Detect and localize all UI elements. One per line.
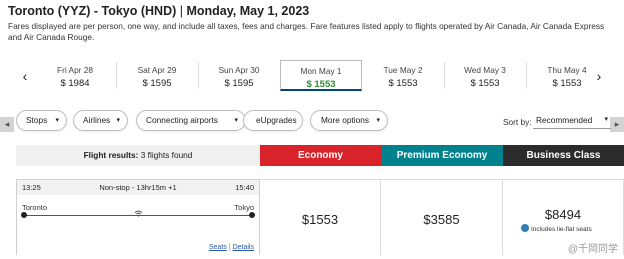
date-option[interactable]: Tue May 2 $ 1553 (362, 60, 444, 91)
date-option-label: Sun Apr 30 (218, 65, 260, 75)
fare-disclaimer: Fares displayed are per person, one way,… (8, 21, 605, 42)
results-label: Flight results: (83, 150, 139, 160)
lie-flat-note: Includes lie-flat seats (521, 224, 592, 233)
page-title: Toronto (YYZ) - Tokyo (HND) | Monday, Ma… (8, 4, 309, 18)
chevron-down-icon: ▾ (55, 117, 59, 124)
flight-card: 13:25 Non-stop - 13hr15m +1 15:40 Toront… (16, 179, 260, 255)
details-link[interactable]: Details (233, 244, 254, 251)
watermark: @千岡同学 (567, 244, 618, 255)
title-separator: | (179, 4, 183, 18)
stops-filter-label: Stops (26, 115, 48, 125)
date-option[interactable]: Sat Apr 29 $ 1595 (116, 60, 198, 91)
business-price: $8494 (544, 207, 582, 222)
cabin-header-business[interactable]: Business Class (503, 145, 624, 166)
results-count: 3 flights found (140, 150, 193, 160)
arrival-time: 15:40 (235, 183, 254, 192)
origin-dot (21, 212, 27, 218)
date-option[interactable]: Fri Apr 28 $ 1984 (34, 60, 116, 91)
eupgrades-label: eUpgrades (256, 115, 297, 125)
date-option-label: Wed May 3 (464, 65, 506, 75)
links-separator: | (228, 244, 231, 251)
date-option[interactable]: Sun Apr 30 $ 1595 (198, 60, 280, 91)
travel-date: Monday, May 1, 2023 (186, 4, 310, 18)
chevron-down-icon: ▾ (116, 117, 120, 124)
cabin-header-economy[interactable]: Economy (260, 145, 381, 166)
origin-city: Toronto (22, 203, 48, 212)
date-option-label: Sat Apr 29 (137, 65, 177, 75)
date-option-price: $ 1553 (388, 78, 418, 89)
chevron-down-icon: ▾ (376, 117, 380, 124)
route-title: Toronto (YYZ) - Tokyo (HND) (8, 4, 177, 18)
premium-price-cell[interactable]: $3585 (381, 179, 503, 255)
results-header: Flight results: 3 flights found (16, 145, 260, 166)
seats-link[interactable]: Seats (209, 244, 227, 251)
flight-summary-bar: 13:25 Non-stop - 13hr15m +1 15:40 (17, 180, 259, 195)
connecting-airports-label: Connecting airports (146, 115, 218, 125)
date-option-price: $ 1553 (306, 79, 336, 90)
date-option[interactable]: Wed May 3 $ 1553 (444, 60, 526, 91)
date-option-price: $ 1984 (60, 78, 90, 89)
sort-select[interactable]: Recommended ▾ (533, 113, 611, 129)
airlines-filter-label: Airlines (83, 115, 111, 125)
date-option-price: $ 1595 (142, 78, 172, 89)
eupgrades-filter-button[interactable]: eUpgrades (243, 110, 303, 131)
lie-flat-label: Includes lie-flat seats (531, 226, 592, 233)
chevron-right-icon[interactable]: › (592, 68, 606, 84)
destination-city: Tokyo (234, 203, 254, 212)
date-option-price: $ 1595 (224, 78, 254, 89)
economy-price-cell[interactable]: $1553 (260, 179, 381, 255)
lie-flat-seat-icon (521, 224, 529, 232)
more-options-label: More options (321, 115, 369, 125)
date-option-label: Fri Apr 28 (57, 65, 93, 75)
connecting-airports-filter-button[interactable]: Connecting airports ▾ (136, 110, 246, 131)
sort-label: Sort by: (503, 117, 532, 127)
premium-price: $3585 (423, 212, 460, 227)
left-scroll-tab[interactable]: ◂ (0, 117, 14, 132)
chevron-left-icon[interactable]: ‹ (18, 68, 32, 84)
destination-dot (249, 212, 255, 218)
wifi-icon (134, 210, 143, 217)
date-strip: ‹ Fri Apr 28 $ 1984 Sat Apr 29 $ 1595 Sun Ap… (16, 60, 608, 93)
airlines-filter-button[interactable]: Airlines ▾ (73, 110, 128, 131)
date-option-label: Mon May 1 (300, 66, 342, 76)
flight-links: Seats | Details (209, 244, 254, 251)
sort-value: Recommended (536, 115, 593, 125)
chevron-down-icon: ▾ (234, 117, 238, 124)
cabin-header-premium-economy[interactable]: Premium Economy (381, 145, 503, 166)
chevron-down-icon: ▾ (604, 116, 608, 123)
date-option-label: Tue May 2 (383, 65, 423, 75)
date-option[interactable]: Mon May 1 $ 1553 (280, 60, 362, 91)
economy-price: $1553 (301, 212, 339, 227)
stops-duration: Non-stop - 13hr15m +1 (99, 183, 177, 192)
date-option-price: $ 1553 (470, 78, 500, 89)
stops-filter-button[interactable]: Stops ▾ (16, 110, 67, 131)
more-options-button[interactable]: More options ▾ (310, 110, 388, 131)
right-scroll-tab[interactable]: ▸ (610, 117, 624, 132)
